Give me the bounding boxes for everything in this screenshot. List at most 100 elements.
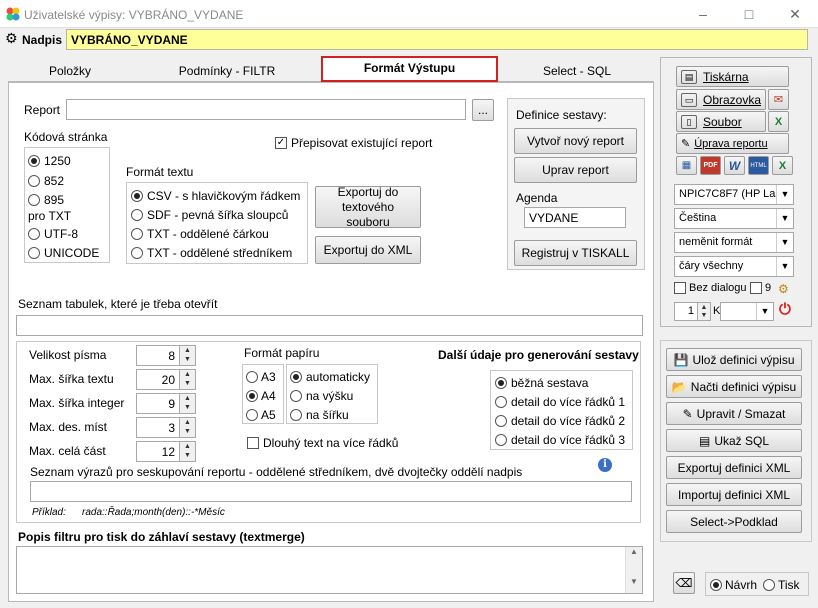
radio-852[interactable] (28, 175, 40, 187)
param-input-integer[interactable]: 9 (136, 393, 180, 414)
report-input[interactable] (66, 99, 466, 120)
excel-export-icon[interactable]: X (772, 156, 793, 175)
register-tiskall-button[interactable]: Registruj v TISKALL (514, 240, 637, 266)
tab-podminky[interactable]: Podmínky - FILTR (136, 60, 318, 82)
maximize-button[interactable]: □ (726, 0, 772, 28)
tab-select-sql[interactable]: Select - SQL (502, 60, 652, 82)
eraser-button[interactable]: ⌫ (673, 572, 695, 594)
dalsi-detail3-option[interactable]: detail do více řádků 3 (495, 433, 625, 447)
table-icon[interactable]: ▦ (676, 156, 697, 175)
radio-txt-carka[interactable] (131, 228, 143, 240)
kodova-option-1250[interactable]: 1250 (28, 154, 71, 168)
radio-unicode[interactable] (28, 247, 40, 259)
radio-navrh[interactable] (710, 579, 722, 591)
radio-txt-strednik[interactable] (131, 247, 143, 259)
edit-report-button[interactable]: Uprav report (514, 157, 637, 183)
select-podklad-button[interactable]: Select->Podklad (666, 510, 802, 533)
copies-input[interactable]: 1 (674, 302, 698, 321)
radio-sirku[interactable] (290, 409, 302, 421)
param-spinner-cela[interactable]: ▲ ▼ (179, 441, 196, 462)
format-csv-option[interactable]: CSV - s hlavičkovým řádkem (131, 189, 300, 203)
close-button[interactable]: ✕ (772, 0, 818, 28)
bez-dialogu-check[interactable] (674, 282, 686, 294)
popis-scrollbar[interactable]: ▲ ▼ (625, 547, 642, 593)
agenda-input[interactable]: VYDANE (524, 207, 626, 228)
mode-navrh-option[interactable]: Návrh (710, 578, 757, 592)
radio-sdf[interactable] (131, 209, 143, 221)
gear-icon[interactable]: ⚙ (5, 30, 18, 46)
radio-bezna[interactable] (495, 377, 507, 389)
param-input-des[interactable]: 3 (136, 417, 180, 438)
radio-auto[interactable] (290, 371, 302, 383)
radio-detail3[interactable] (495, 434, 507, 446)
radio-detail1[interactable] (495, 396, 507, 408)
language-select[interactable]: Čeština ▼ (674, 208, 794, 229)
minimize-button[interactable]: – (680, 0, 726, 28)
seznam-vyrazu-input[interactable] (30, 481, 632, 502)
param-spinner-font[interactable]: ▲ ▼ (179, 345, 196, 366)
dlouhy-text-check[interactable] (247, 437, 259, 449)
export-definition-xml-button[interactable]: Exportuj definici XML (666, 456, 802, 479)
report-browse-button[interactable]: ... (472, 99, 494, 121)
param-spinner-integer[interactable]: ▲ ▼ (179, 393, 196, 414)
format-txt-strednik-option[interactable]: TXT - oddělené středníkem (131, 246, 292, 260)
nadpis-input[interactable]: VYBRÁNO_VYDANE (66, 29, 808, 50)
export-txt-button[interactable]: Exportuj do textového souboru (315, 185, 421, 229)
param-input-cela[interactable]: 12 (136, 441, 180, 462)
edit-delete-button[interactable]: ✎ Upravit / Smazat (666, 402, 802, 425)
kodova-option-852[interactable]: 852 (28, 174, 64, 188)
dlouhy-text-checkbox[interactable]: Dlouhý text na více řádků (247, 436, 398, 450)
radio-csv[interactable] (131, 190, 143, 202)
soubor-button[interactable]: ▯ Soubor (676, 111, 766, 132)
radio-utf8[interactable] (28, 228, 40, 240)
lines-select[interactable]: čáry všechny ▼ (674, 256, 794, 277)
radio-vysku[interactable] (290, 390, 302, 402)
radio-detail2[interactable] (495, 415, 507, 427)
word-icon[interactable]: W (724, 156, 745, 175)
param-spinner-text[interactable]: ▲ ▼ (179, 369, 196, 390)
mode-tisk-option[interactable]: Tisk (763, 578, 800, 592)
uprava-reportu-button[interactable]: ✎ Úprava reportu (676, 133, 789, 154)
paper-a4-option[interactable]: A4 (246, 389, 276, 403)
prepisovat-checkbox[interactable]: ✓ Přepisovat existující report (275, 136, 432, 150)
prepisovat-check[interactable]: ✓ (275, 137, 287, 149)
radio-1250[interactable] (28, 155, 40, 167)
kodova-option-utf8[interactable]: UTF-8 (28, 227, 78, 241)
param-spinner-des[interactable]: ▲ ▼ (179, 417, 196, 438)
radio-tisk[interactable] (763, 579, 775, 591)
load-definition-button[interactable]: 📂 Načti definici výpisu (666, 375, 802, 398)
format-sdf-option[interactable]: SDF - pevná šířka sloupců (131, 208, 288, 222)
k-select[interactable]: ▼ (720, 302, 774, 321)
dalsi-detail1-option[interactable]: detail do více řádků 1 (495, 395, 625, 409)
pdf-icon[interactable]: PDF (700, 156, 721, 175)
param-input-font[interactable]: 8 (136, 345, 180, 366)
radio-895[interactable] (28, 194, 40, 206)
radio-a3[interactable] (246, 371, 258, 383)
popis-textarea[interactable] (16, 546, 643, 594)
copies-checkbox[interactable]: 9 (750, 282, 771, 294)
bez-dialogu-checkbox[interactable]: Bez dialogu (674, 282, 747, 294)
export-xml-button[interactable]: Exportuj do XML (315, 236, 421, 264)
dalsi-bezna-option[interactable]: běžná sestava (495, 376, 588, 390)
paper-a5-option[interactable]: A5 (246, 408, 276, 422)
copies-check[interactable] (750, 282, 762, 294)
tab-polozky[interactable]: Položky (8, 60, 132, 82)
excel-button[interactable]: X (768, 111, 789, 132)
power-icon[interactable]: ⏻ (779, 301, 791, 318)
kodova-option-unicode[interactable]: UNICODE (28, 246, 99, 260)
radio-a4[interactable] (246, 390, 258, 402)
format-txt-carka-option[interactable]: TXT - oddělené čárkou (131, 227, 269, 241)
radio-a5[interactable] (246, 409, 258, 421)
orient-sirku-option[interactable]: na šířku (290, 408, 349, 422)
param-input-text[interactable]: 20 (136, 369, 180, 390)
import-definition-xml-button[interactable]: Importuj definici XML (666, 483, 802, 506)
save-definition-button[interactable]: 💾 Ulož definici výpisu (666, 348, 802, 371)
kodova-option-895[interactable]: 895 (28, 193, 64, 207)
obrazovka-button[interactable]: ▭ Obrazovka (676, 89, 766, 110)
orient-auto-option[interactable]: automaticky (290, 370, 370, 384)
paper-a3-option[interactable]: A3 (246, 370, 276, 384)
seznam-tabulek-input[interactable] (16, 315, 643, 336)
mail-button[interactable]: ✉ (768, 89, 789, 110)
info-icon[interactable]: i (598, 458, 612, 472)
printer-select[interactable]: NPIC7C8F7 (HP Lase ▼ (674, 184, 794, 205)
